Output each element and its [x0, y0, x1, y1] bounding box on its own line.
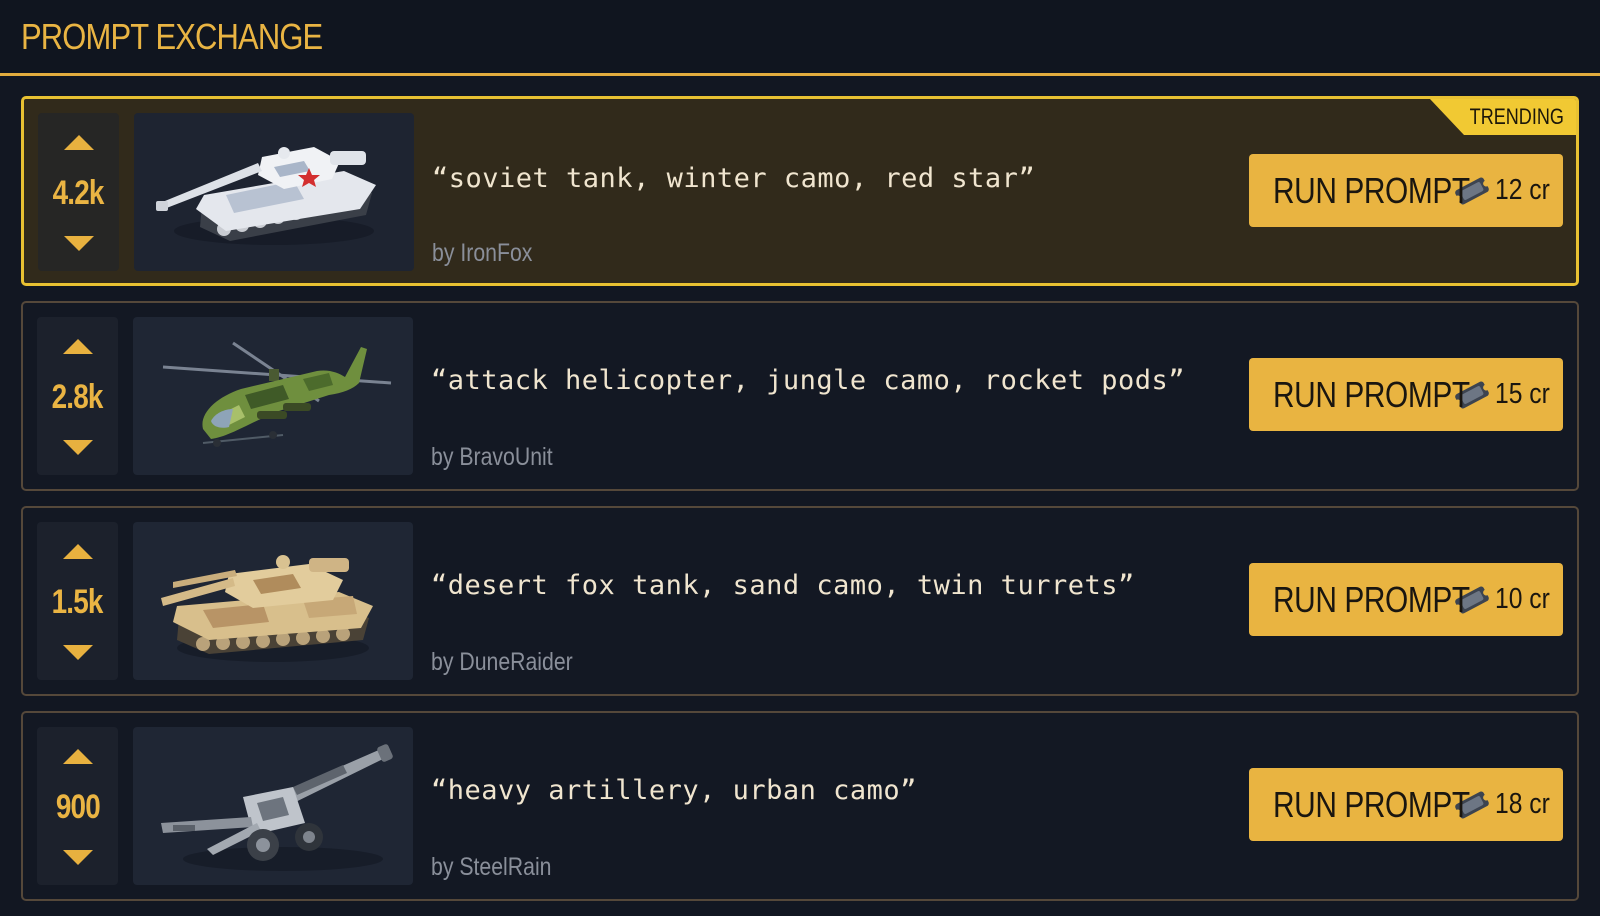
upvote-arrow-icon[interactable] [62, 544, 93, 559]
credit-cost: 12 cr [1495, 174, 1550, 206]
prompt-text: “heavy artillery, urban camo” [431, 775, 917, 806]
upvote-arrow-icon[interactable] [62, 339, 93, 354]
top-bar: PROMPT EXCHANGE [0, 0, 1600, 76]
run-prompt-button[interactable]: RUN PROMPT 12 cr [1249, 154, 1563, 227]
vote-count: 900 [55, 787, 100, 826]
prompt-list: TRENDING 4.2k “soviet tank, winter camo,… [21, 96, 1579, 916]
run-prompt-label: RUN PROMPT [1273, 373, 1470, 415]
vote-panel: 1.5k [37, 522, 118, 680]
prompt-text: “attack helicopter, jungle camo, rocket … [431, 365, 1185, 396]
prompt-text: “desert fox tank, sand camo, twin turret… [431, 570, 1135, 601]
credit-cost: 18 cr [1495, 788, 1550, 820]
run-prompt-button[interactable]: RUN PROMPT 18 cr [1249, 768, 1563, 841]
credit-cost: 10 cr [1495, 583, 1550, 615]
prompt-card: 900 “heavy artillery, urban camo” by Ste… [21, 711, 1579, 901]
run-prompt-label: RUN PROMPT [1273, 169, 1470, 211]
downvote-arrow-icon[interactable] [62, 850, 93, 865]
vote-panel: 900 [37, 727, 118, 885]
artillery-urban-icon[interactable] [133, 727, 413, 885]
downvote-arrow-icon[interactable] [62, 440, 93, 455]
page-title: PROMPT EXCHANGE [21, 15, 323, 57]
downvote-arrow-icon[interactable] [62, 645, 93, 660]
author-label[interactable]: by IronFox [432, 239, 532, 268]
author-label[interactable]: by SteelRain [431, 853, 551, 882]
downvote-arrow-icon[interactable] [63, 236, 94, 251]
attack-helicopter-jungle-icon[interactable] [133, 317, 413, 475]
prompt-text: “soviet tank, winter camo, red star” [432, 163, 1036, 194]
desert-tank-sand-icon[interactable] [133, 522, 413, 680]
run-prompt-button[interactable]: RUN PROMPT 10 cr [1249, 563, 1563, 636]
vote-panel: 4.2k [38, 113, 119, 271]
upvote-arrow-icon[interactable] [62, 749, 93, 764]
author-label[interactable]: by DuneRaider [431, 648, 573, 677]
credit-cost: 15 cr [1495, 378, 1550, 410]
upvote-arrow-icon[interactable] [63, 135, 94, 150]
vote-count: 2.8k [52, 377, 104, 416]
run-prompt-label: RUN PROMPT [1273, 578, 1470, 620]
trending-badge-label: TRENDING [1469, 104, 1564, 129]
prompt-card: 2.8k “attack helicopter, jungle camo, ro… [21, 301, 1579, 491]
run-prompt-button[interactable]: RUN PROMPT 15 cr [1249, 358, 1563, 431]
prompt-card: 1.5k “desert fox tank, sand camo, twin t… [21, 506, 1579, 696]
prompt-card: TRENDING 4.2k “soviet tank, winter camo,… [21, 96, 1579, 286]
vote-count: 4.2k [53, 173, 105, 212]
run-prompt-label: RUN PROMPT [1273, 783, 1470, 825]
vote-panel: 2.8k [37, 317, 118, 475]
trending-badge: TRENDING [1430, 99, 1576, 135]
author-label[interactable]: by BravoUnit [431, 443, 553, 472]
soviet-tank-winter-icon[interactable] [134, 113, 414, 271]
vote-count: 1.5k [52, 582, 104, 621]
